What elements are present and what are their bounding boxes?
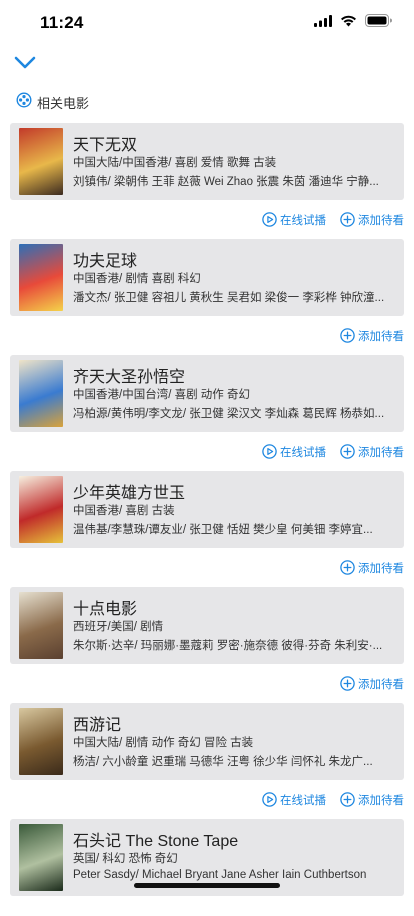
movie-poster: [19, 244, 63, 311]
movie-poster: [19, 592, 63, 659]
add-to-watchlist-label: 添加待看: [358, 562, 404, 575]
movie-title: 少年英雄方世玉: [73, 485, 186, 502]
movie-poster: [19, 128, 63, 195]
movie-meta: 中国大陆/ 剧情 动作 奇幻 冒险 古装: [73, 737, 254, 749]
chevron-down-icon: [14, 56, 36, 75]
movie-poster: [19, 708, 63, 775]
add-to-watchlist-button[interactable]: 添加待看: [340, 212, 404, 228]
status-bar: 11:24: [0, 0, 414, 46]
movie-cast: 温伟基/李慧珠/谭友业/ 张卫健 恬妞 樊少皇 何美钿 李婷宜...: [73, 524, 373, 536]
collapse-button[interactable]: [13, 56, 37, 74]
movie-item: 石头记 The Stone Tape 英国/ 科幻 恐怖 奇幻 Peter Sa…: [10, 819, 404, 916]
movie-card[interactable]: 西游记 中国大陆/ 剧情 动作 奇幻 冒险 古装 杨洁/ 六小龄童 迟重瑞 马德…: [10, 703, 404, 780]
movie-item: 少年英雄方世玉 中国香港/ 喜剧 古装 温伟基/李慧珠/谭友业/ 张卫健 恬妞 …: [10, 471, 404, 587]
movie-actions: 添加待看: [10, 664, 404, 703]
movie-actions: 添加待看: [10, 548, 404, 587]
movie-card[interactable]: 少年英雄方世玉 中国香港/ 喜剧 古装 温伟基/李慧珠/谭友业/ 张卫健 恬妞 …: [10, 471, 404, 548]
movie-meta: 英国/ 科幻 恐怖 奇幻: [73, 853, 178, 865]
movie-poster: [19, 360, 63, 427]
status-time: 11:24: [40, 13, 84, 32]
status-icons: [314, 14, 392, 32]
movie-actions: 在线试播 添加待看: [10, 200, 404, 239]
movie-poster: [19, 476, 63, 543]
battery-icon: [365, 14, 392, 32]
movie-cast: 朱尔斯·达辛/ 玛丽娜·墨蔻莉 罗密·施奈德 彼得·芬奇 朱利安·...: [73, 640, 383, 652]
online-preview-button[interactable]: 在线试播: [262, 444, 326, 460]
movie-title: 石头记 The Stone Tape: [73, 833, 239, 850]
plus-circle-icon: [340, 212, 355, 227]
play-circle-icon: [262, 212, 277, 227]
movie-title: 西游记: [73, 717, 122, 734]
section-header: 相关电影: [16, 91, 90, 113]
add-to-watchlist-button[interactable]: 添加待看: [340, 328, 404, 344]
plus-circle-icon: [340, 560, 355, 575]
movie-meta: 西班牙/美国/ 剧情: [73, 621, 164, 633]
movie-item: 功夫足球 中国香港/ 剧情 喜剧 科幻 潘文杰/ 张卫健 容祖儿 黄秋生 吴君如…: [10, 239, 404, 355]
plus-circle-icon: [340, 328, 355, 343]
movie-meta: 中国香港/中国台湾/ 喜剧 动作 奇幻: [73, 389, 250, 401]
movie-actions: 在线试播 添加待看: [10, 780, 404, 819]
movie-actions: 添加待看: [10, 316, 404, 355]
play-circle-icon: [262, 792, 277, 807]
movie-card[interactable]: 功夫足球 中国香港/ 剧情 喜剧 科幻 潘文杰/ 张卫健 容祖儿 黄秋生 吴君如…: [10, 239, 404, 316]
movie-item: 齐天大圣孙悟空 中国香港/中国台湾/ 喜剧 动作 奇幻 冯柏源/黄伟明/李文龙/…: [10, 355, 404, 471]
movie-poster: [19, 824, 63, 891]
movie-cast: 杨洁/ 六小龄童 迟重瑞 马德华 汪粤 徐少华 闫怀礼 朱龙广...: [73, 756, 373, 768]
movie-cast: 刘镇伟/ 梁朝伟 王菲 赵薇 Wei Zhao 张震 朱茵 潘迪华 宁静...: [73, 176, 379, 188]
cellular-signal-icon: [314, 14, 332, 32]
add-to-watchlist-button[interactable]: 添加待看: [340, 560, 404, 576]
movie-actions: 在线试播 添加待看: [10, 432, 404, 471]
movie-meta: 中国香港/ 剧情 喜剧 科幻: [73, 273, 201, 285]
movie-cast: Peter Sasdy/ Michael Bryant Jane Asher I…: [73, 869, 367, 881]
movie-card[interactable]: 十点电影 西班牙/美国/ 剧情 朱尔斯·达辛/ 玛丽娜·墨蔻莉 罗密·施奈德 彼…: [10, 587, 404, 664]
movie-title: 齐天大圣孙悟空: [73, 369, 186, 386]
movie-item: 天下无双 中国大陆/中国香港/ 喜剧 爱情 歌舞 古装 刘镇伟/ 梁朝伟 王菲 …: [10, 123, 404, 239]
online-preview-label: 在线试播: [280, 214, 326, 227]
add-to-watchlist-label: 添加待看: [358, 330, 404, 343]
movie-item: 十点电影 西班牙/美国/ 剧情 朱尔斯·达辛/ 玛丽娜·墨蔻莉 罗密·施奈德 彼…: [10, 587, 404, 703]
home-indicator: [134, 883, 280, 888]
plus-circle-icon: [340, 444, 355, 459]
add-to-watchlist-label: 添加待看: [358, 794, 404, 807]
movie-cast: 潘文杰/ 张卫健 容祖儿 黄秋生 吴君如 梁俊一 李彩桦 钟欣潼...: [73, 292, 385, 304]
plus-circle-icon: [340, 792, 355, 807]
section-title: 相关电影: [37, 95, 90, 111]
movie-item: 西游记 中国大陆/ 剧情 动作 奇幻 冒险 古装 杨洁/ 六小龄童 迟重瑞 马德…: [10, 703, 404, 819]
add-to-watchlist-label: 添加待看: [358, 678, 404, 691]
movie-meta: 中国大陆/中国香港/ 喜剧 爱情 歌舞 古装: [73, 157, 277, 169]
add-to-watchlist-button[interactable]: 添加待看: [340, 676, 404, 692]
movie-cast: 冯柏源/黄伟明/李文龙/ 张卫健 梁汉文 李灿森 葛民辉 杨恭如...: [73, 408, 385, 420]
film-reel-icon: [16, 91, 32, 113]
movie-title: 功夫足球: [73, 253, 138, 270]
add-to-watchlist-label: 添加待看: [358, 214, 404, 227]
add-to-watchlist-button[interactable]: 添加待看: [340, 444, 404, 460]
add-to-watchlist-button[interactable]: 添加待看: [340, 792, 404, 808]
online-preview-label: 在线试播: [280, 446, 326, 459]
online-preview-label: 在线试播: [280, 794, 326, 807]
online-preview-button[interactable]: 在线试播: [262, 792, 326, 808]
movie-card[interactable]: 齐天大圣孙悟空 中国香港/中国台湾/ 喜剧 动作 奇幻 冯柏源/黄伟明/李文龙/…: [10, 355, 404, 432]
movie-title: 天下无双: [73, 137, 138, 154]
movie-meta: 中国香港/ 喜剧 古装: [73, 505, 175, 517]
movie-actions: [10, 896, 404, 916]
play-circle-icon: [262, 444, 277, 459]
related-movies-list: 天下无双 中国大陆/中国香港/ 喜剧 爱情 歌舞 古装 刘镇伟/ 梁朝伟 王菲 …: [10, 123, 404, 916]
online-preview-button[interactable]: 在线试播: [262, 212, 326, 228]
add-to-watchlist-label: 添加待看: [358, 446, 404, 459]
movie-title: 十点电影: [73, 601, 138, 618]
plus-circle-icon: [340, 676, 355, 691]
movie-card[interactable]: 天下无双 中国大陆/中国香港/ 喜剧 爱情 歌舞 古装 刘镇伟/ 梁朝伟 王菲 …: [10, 123, 404, 200]
wifi-icon: [340, 14, 357, 32]
